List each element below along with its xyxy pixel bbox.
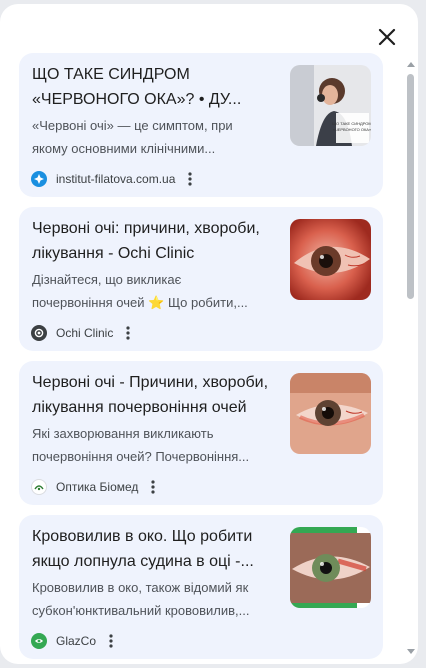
result-card[interactable]: Червоні очі: причини, хвороби, лікування…	[19, 207, 383, 351]
close-icon	[378, 28, 396, 46]
result-snippet: «Червоні очі» — це симптом, при якому ос…	[32, 118, 233, 156]
result-source: GlazCo	[31, 632, 118, 650]
results-panel: ЩО ТАКЕ СИНДРОМ «ЧЕРВОНОГО ОКА»? • ДУ...…	[0, 4, 418, 664]
star-emoji: ⭐	[148, 295, 165, 310]
site-favicon	[31, 171, 47, 187]
result-card[interactable]: Червоні очі - Причини, хвороби, лікуванн…	[19, 361, 383, 505]
more-options-icon[interactable]	[104, 632, 118, 650]
more-options-icon[interactable]	[146, 478, 160, 496]
more-options-icon[interactable]	[183, 170, 197, 188]
site-name[interactable]: Оптика Біомед	[56, 480, 138, 494]
result-title[interactable]: Червоні очі: причини, хвороби, лікування…	[32, 216, 272, 266]
result-snippet: Дізнайтеся, що викликає почервоніння оче…	[32, 272, 248, 310]
result-snippet: Які захворювання викликають почервоніння…	[32, 426, 250, 464]
scroll-down-arrow-icon[interactable]	[407, 649, 415, 654]
site-favicon	[31, 325, 47, 341]
site-name[interactable]: institut-filatova.com.ua	[56, 172, 175, 186]
result-thumbnail[interactable]: ЩО ТАКЕ СИНДРОМ «ЧЕРВОНОГО ОКА»	[290, 65, 371, 146]
result-thumbnail[interactable]	[290, 373, 371, 454]
svg-text:«ЧЕРВОНОГО ОКА»: «ЧЕРВОНОГО ОКА»	[333, 127, 371, 132]
close-button[interactable]	[372, 22, 402, 52]
scrollbar[interactable]	[404, 60, 416, 656]
scroll-up-arrow-icon[interactable]	[407, 62, 415, 67]
site-favicon	[31, 633, 47, 649]
site-name[interactable]: Ochi Clinic	[56, 326, 113, 340]
result-snippet: Крововилив в око, також відомий як субко…	[32, 580, 250, 618]
result-thumbnail[interactable]	[290, 219, 371, 300]
result-title[interactable]: Крововилив в око. Що робити якщо лопнула…	[32, 524, 272, 574]
result-source: institut-filatova.com.ua	[31, 170, 197, 188]
more-options-icon[interactable]	[121, 324, 135, 342]
scrollbar-thumb[interactable]	[407, 74, 414, 299]
site-favicon	[31, 479, 47, 495]
thumbnail-caption: ЩО ТАКЕ СИНДРОМ	[332, 121, 371, 126]
result-title[interactable]: Червоні очі - Причини, хвороби, лікуванн…	[32, 370, 272, 420]
site-name[interactable]: GlazCo	[56, 634, 96, 648]
result-thumbnail[interactable]	[290, 527, 371, 608]
result-source: Оптика Біомед	[31, 478, 160, 496]
result-card[interactable]: ЩО ТАКЕ СИНДРОМ «ЧЕРВОНОГО ОКА»? • ДУ...…	[19, 53, 383, 197]
result-source: Ochi Clinic	[31, 324, 135, 342]
result-title[interactable]: ЩО ТАКЕ СИНДРОМ «ЧЕРВОНОГО ОКА»? • ДУ...	[32, 62, 272, 112]
result-card[interactable]: Крововилив в око. Що робити якщо лопнула…	[19, 515, 383, 659]
